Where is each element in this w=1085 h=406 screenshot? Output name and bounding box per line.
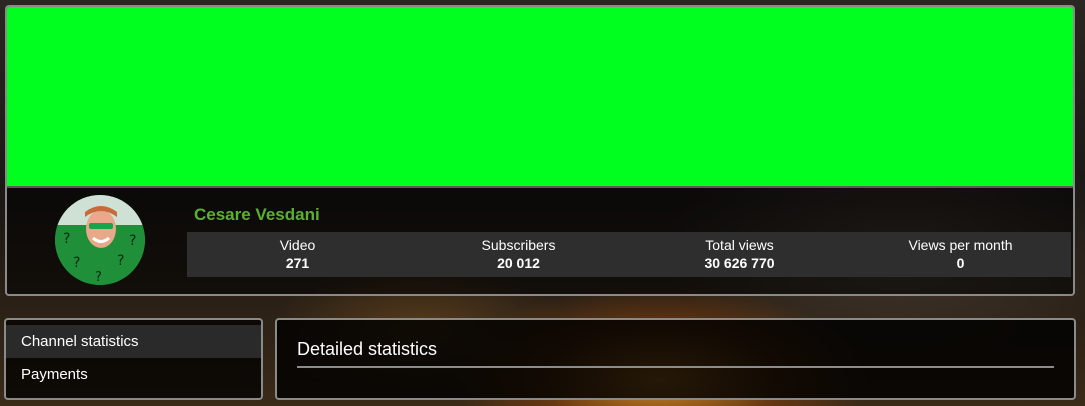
channel-profile-card: ? ? ? ? ? Cesare Vesdani Video 271 Subsc… xyxy=(5,5,1075,296)
stat-label: Views per month xyxy=(908,237,1013,253)
stat-total-views: Total views 30 626 770 xyxy=(629,232,850,277)
stat-label: Video xyxy=(279,237,316,253)
svg-text:?: ? xyxy=(73,255,80,271)
title-divider xyxy=(297,366,1054,368)
stat-label: Total views xyxy=(705,237,774,253)
channel-stats-bar: Video 271 Subscribers 20 012 Total views… xyxy=(187,232,1071,277)
stat-views-per-month: Views per month 0 xyxy=(850,232,1071,277)
svg-text:?: ? xyxy=(117,253,124,269)
channel-name[interactable]: Cesare Vesdani xyxy=(194,205,320,225)
stat-value: 30 626 770 xyxy=(704,255,775,271)
riddler-avatar-icon: ? ? ? ? ? xyxy=(55,195,145,285)
stat-value: 0 xyxy=(956,255,965,271)
nav-item-channel-statistics[interactable]: Channel statistics xyxy=(6,325,261,358)
stat-label: Subscribers xyxy=(481,237,556,253)
svg-text:?: ? xyxy=(95,270,102,285)
channel-banner xyxy=(7,7,1073,188)
stat-value: 271 xyxy=(285,255,310,271)
detailed-statistics-panel: Detailed statistics xyxy=(275,318,1076,400)
svg-text:?: ? xyxy=(63,231,70,247)
stat-subscribers: Subscribers 20 012 xyxy=(408,232,629,277)
panel-title: Detailed statistics xyxy=(297,339,438,359)
sidebar-nav: Channel statistics Payments xyxy=(4,318,263,400)
stat-value: 20 012 xyxy=(497,255,540,271)
channel-avatar[interactable]: ? ? ? ? ? xyxy=(55,195,145,285)
stat-video: Video 271 xyxy=(187,232,408,277)
nav-item-payments[interactable]: Payments xyxy=(6,358,261,391)
svg-text:?: ? xyxy=(129,233,136,249)
